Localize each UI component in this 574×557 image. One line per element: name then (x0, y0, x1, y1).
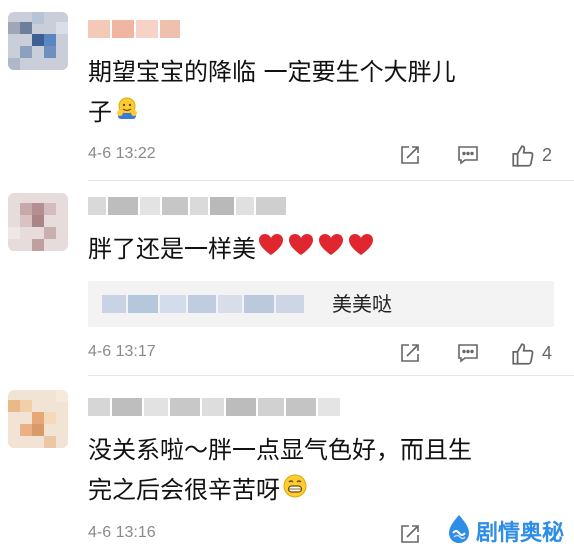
like-icon[interactable] (510, 143, 536, 169)
watermark-text: 剧情奥秘 (475, 521, 564, 546)
comment-item: 期望宝宝的降临 一定要生个大胖儿 子 4-6 13:22 2 (0, 0, 574, 181)
watermark: 剧情奥秘 (441, 511, 568, 551)
wave-logo-icon (446, 514, 472, 548)
comment-text: 胖了还是一样美 (88, 229, 554, 270)
comment-time: 4-6 13:16 (88, 524, 156, 541)
avatar[interactable] (8, 390, 68, 448)
avatar[interactable] (8, 193, 68, 251)
like-count: 2 (542, 145, 553, 165)
comment-icon[interactable] (456, 341, 482, 367)
comment-icon[interactable] (456, 143, 482, 169)
red-heart-emoji (258, 230, 374, 270)
share-icon[interactable] (398, 143, 424, 169)
comment-text: 期望宝宝的降临 一定要生个大胖儿 子 (88, 52, 554, 133)
like-icon[interactable] (510, 341, 536, 367)
comment-text: 没关系啦～胖一点显气色好，而且生 完之后会很辛苦呀 (88, 430, 554, 511)
grinning-emoji (282, 471, 308, 511)
comment-time: 4-6 13:17 (88, 343, 156, 360)
username-blurred[interactable] (88, 20, 180, 38)
reply-preview[interactable]: 美美哒 (88, 281, 554, 327)
comment-meta: 4-6 13:22 2 (88, 143, 574, 171)
username-blurred[interactable] (88, 398, 340, 416)
share-icon[interactable] (398, 522, 424, 548)
reply-author-blurred (102, 295, 304, 313)
username-blurred[interactable] (88, 197, 286, 215)
like-count: 4 (542, 343, 553, 363)
comment-item: 胖了还是一样美 美美哒 4-6 13:17 4 (0, 181, 574, 376)
share-icon[interactable] (398, 341, 424, 367)
comment-meta: 4-6 13:17 4 (88, 341, 574, 369)
reply-text: 美美哒 (332, 292, 392, 316)
hugging-emoji (114, 93, 140, 133)
avatar[interactable] (8, 12, 68, 70)
comment-time: 4-6 13:22 (88, 145, 156, 162)
